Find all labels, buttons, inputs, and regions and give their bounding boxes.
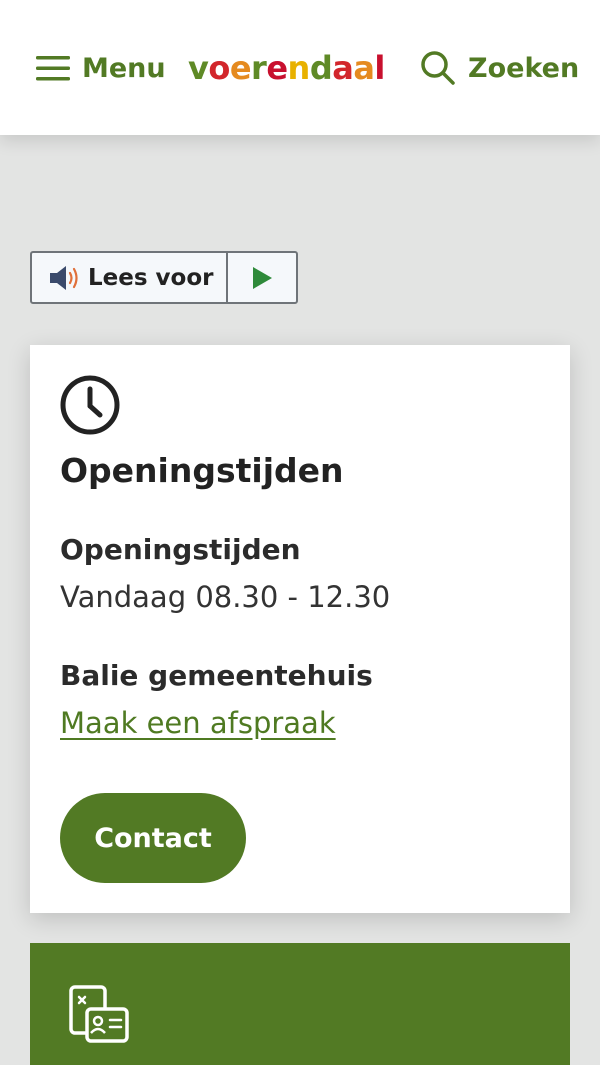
logo-letter: a [353, 49, 375, 87]
make-appointment-link[interactable]: Maak een afspraak [60, 706, 336, 740]
search-icon [421, 51, 455, 85]
play-button[interactable] [228, 253, 296, 302]
logo-letter: n [287, 49, 311, 87]
search-label: Zoeken [468, 52, 580, 84]
opening-hours-subtitle: Openingstijden [60, 533, 301, 566]
contact-button[interactable]: Contact [60, 793, 246, 883]
site-logo[interactable]: voerendaal [188, 46, 385, 90]
speaker-icon [50, 265, 78, 290]
today-hours: Vandaag 08.30 - 12.30 [60, 580, 391, 614]
balie-title: Balie gemeentehuis [60, 659, 373, 692]
logo-letter: l [374, 49, 385, 87]
id-card-icon [69, 985, 129, 1043]
read-aloud-label: Lees voor [88, 264, 214, 291]
search-button[interactable]: Zoeken [420, 48, 579, 88]
logo-letter: e [229, 49, 252, 87]
logo-letter: o [208, 49, 230, 87]
logo-letter: e [266, 49, 288, 87]
card-title: Openingstijden [60, 451, 344, 490]
clock-icon [60, 375, 120, 435]
read-aloud-button[interactable]: Lees voor [32, 253, 228, 302]
site-header: Menu voerendaal Zoeken [0, 0, 600, 135]
play-icon [253, 266, 272, 289]
menu-button[interactable]: Menu [36, 48, 166, 88]
logo-letter: r [251, 49, 267, 87]
menu-label: Menu [82, 52, 166, 84]
logo-letter: a [332, 49, 354, 87]
hamburger-icon [36, 56, 70, 81]
logo-letter: v [188, 49, 209, 87]
opening-hours-card: Openingstijden Openingstijden Vandaag 08… [30, 345, 570, 913]
logo-letter: d [309, 49, 333, 87]
services-card[interactable] [30, 943, 570, 1065]
readspeaker-widget: Lees voor [30, 251, 298, 304]
